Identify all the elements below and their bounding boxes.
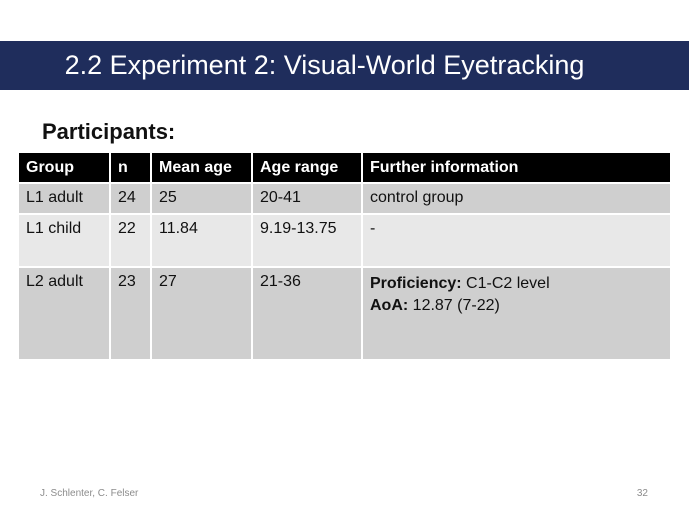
table-row: L1 adult 24 25 20-41 control group [19,182,670,214]
proficiency-line: Proficiency: C1-C2 level [370,273,663,295]
header-further-information: Further information [362,153,670,183]
cell-group: L1 adult [19,182,111,214]
cell-age-range: 20-41 [252,182,363,214]
cell-further-information: control group [362,182,670,214]
section-heading: Participants: [42,119,176,144]
cell-n: 24 [110,182,152,214]
proficiency-value: C1-C2 level [461,275,550,292]
cell-further-information: - [362,213,670,267]
cell-n: 23 [110,266,152,359]
slide-title-bar: 2.2 Experiment 2: Visual-World Eyetracki… [0,41,689,90]
cell-mean-age: 27 [151,266,253,359]
cell-n: 22 [110,213,152,267]
participants-table: Group n Mean age Age range Further infor… [19,153,670,359]
aoa-line: AoA: 12.87 (7-22) [370,295,663,317]
slide-title: 2.2 Experiment 2: Visual-World Eyetracki… [64,50,585,80]
cell-group: L2 adult [19,266,111,359]
cell-mean-age: 25 [151,182,253,214]
header-group: Group [19,153,111,183]
cell-further-information: Proficiency: C1-C2 level AoA: 12.87 (7-2… [362,266,670,359]
table-row: L2 adult 23 27 21-36 Proficiency: C1-C2 … [19,266,670,359]
cell-mean-age: 11.84 [151,213,253,267]
footer-page-number: 32 [636,488,648,499]
header-age-range: Age range [252,153,363,183]
cell-age-range: 21-36 [252,266,363,359]
header-mean-age: Mean age [151,153,253,183]
footer-authors: J. Schlenter, C. Felser [40,488,139,499]
cell-group: L1 child [19,213,111,267]
aoa-value: 12.87 (7-22) [408,297,500,314]
aoa-label: AoA: [370,297,409,314]
table-header-row: Group n Mean age Age range Further infor… [19,153,670,183]
cell-age-range: 9.19-13.75 [252,213,363,267]
table-row: L1 child 22 11.84 9.19-13.75 - [19,213,670,267]
header-n: n [110,153,152,183]
proficiency-label: Proficiency: [370,275,462,292]
